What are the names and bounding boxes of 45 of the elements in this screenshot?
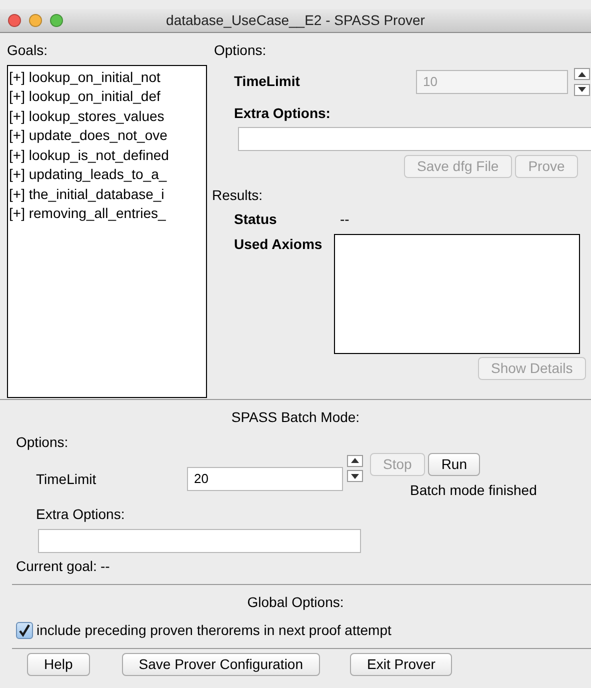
goal-item[interactable]: [+] lookup_on_initial_not xyxy=(9,68,160,87)
time-limit-field[interactable]: 20 xyxy=(187,466,343,490)
current-goal-label: Current goal: xyxy=(16,557,97,576)
options-label: Options: xyxy=(16,432,68,452)
spin-down-button[interactable] xyxy=(347,470,363,482)
options-label: Options: xyxy=(214,41,266,60)
window-title: database_UseCase__E2 - SPASS Prover xyxy=(166,12,425,28)
run-button[interactable]: Run xyxy=(428,452,480,476)
exit-prover-button[interactable]: Exit Prover xyxy=(350,652,452,676)
goals-label: Goals: xyxy=(7,41,48,60)
spin-up-button[interactable] xyxy=(347,454,363,466)
close-button[interactable] xyxy=(8,14,21,27)
time-limit-label: TimeLimit xyxy=(36,470,98,488)
arrow-up-icon xyxy=(351,458,359,463)
checkbox[interactable] xyxy=(16,622,33,639)
arrow-down-icon xyxy=(578,87,586,92)
goal-item[interactable]: [+] update_does_not_ove xyxy=(9,126,168,146)
extra-options-field[interactable] xyxy=(38,528,361,552)
time-limit-label: TimeLimit xyxy=(234,72,301,92)
used-axioms-label: Used Axioms xyxy=(234,234,324,254)
goals-list[interactable] xyxy=(7,64,207,398)
status-label: Status xyxy=(234,210,278,229)
goal-item[interactable]: [+] lookup_on_initial_def xyxy=(9,87,160,106)
spin-down-button[interactable] xyxy=(574,84,590,96)
extra-options-label: Extra Options: xyxy=(233,104,330,123)
goal-item[interactable]: [+] the_initial_database_i xyxy=(9,184,164,204)
results-label: Results: xyxy=(212,186,263,204)
goal-item[interactable]: [+] updating_leads_to_a_ xyxy=(9,165,167,184)
global-options-title: Global Options: xyxy=(247,593,344,612)
arrow-up-icon xyxy=(578,72,586,76)
batch-status-text: Batch mode finished xyxy=(410,480,537,500)
save-configuration-button[interactable]: Save Prover Configuration xyxy=(122,652,320,676)
goal-item[interactable]: [+] lookup_is_not_defined xyxy=(9,146,169,165)
checkbox-label: include preceding proven therorems in next proof attempt xyxy=(36,621,392,640)
goal-item[interactable]: [+] lookup_stores_values xyxy=(9,106,164,126)
zoom-button[interactable] xyxy=(50,14,63,27)
extra-options-label: Extra Options: xyxy=(36,505,125,524)
goal-item[interactable]: [+] removing_all_entries_ xyxy=(9,204,166,224)
help-button[interactable]: Help xyxy=(27,652,90,676)
batch-mode-title: SPASS Batch Mode: xyxy=(231,408,360,427)
current-goal-value: -- xyxy=(100,557,110,576)
spin-up-button[interactable] xyxy=(574,68,590,80)
arrow-down-icon xyxy=(351,474,359,478)
status-value: -- xyxy=(340,210,350,229)
extra-options-field[interactable] xyxy=(238,127,591,151)
